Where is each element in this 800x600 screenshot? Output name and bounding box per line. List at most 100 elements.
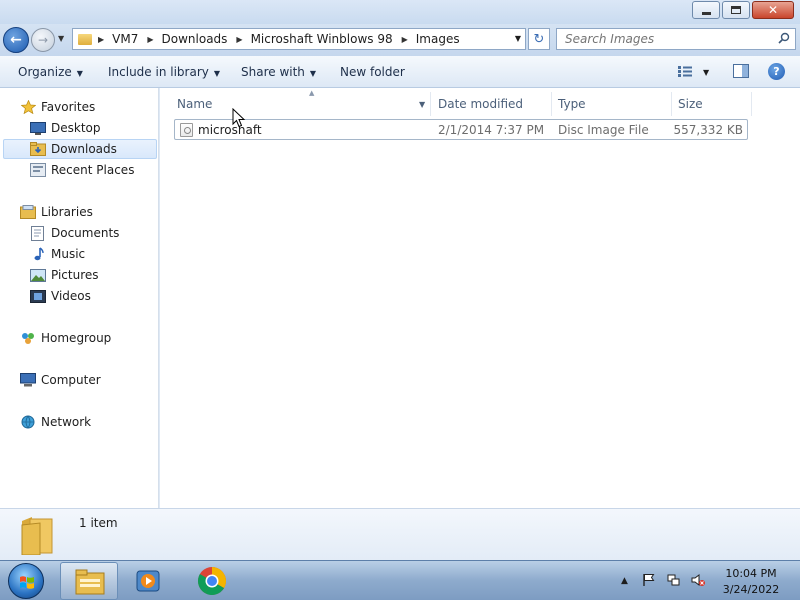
maximize-icon bbox=[731, 6, 741, 14]
action-center-flag-icon[interactable] bbox=[642, 573, 656, 587]
column-header-date-modified[interactable]: Date modified bbox=[432, 92, 552, 116]
nav-recent-places-label: Recent Places bbox=[51, 163, 135, 177]
minimize-button[interactable] bbox=[692, 1, 720, 19]
nav-desktop[interactable]: Desktop bbox=[30, 118, 101, 138]
network-status-icon[interactable] bbox=[667, 573, 681, 587]
column-header-size-label: Size bbox=[678, 97, 703, 111]
search-input[interactable] bbox=[557, 32, 767, 46]
breadcrumb-images[interactable]: Images bbox=[416, 32, 460, 46]
share-with-label: Share with bbox=[241, 65, 305, 79]
breadcrumb-separator-icon[interactable]: ▶ bbox=[236, 35, 242, 44]
file-type: Disc Image File bbox=[558, 123, 649, 137]
start-button[interactable] bbox=[8, 563, 44, 599]
close-icon: ✕ bbox=[767, 3, 779, 17]
file-name: microshaft bbox=[198, 123, 262, 137]
nav-homegroup[interactable]: Homegroup bbox=[20, 328, 111, 348]
address-bar[interactable]: ▶ VM7 ▶ Downloads ▶ Microshaft Winblows … bbox=[72, 28, 526, 50]
navigation-pane: Favorites Desktop Downloads Recent Place… bbox=[0, 88, 159, 508]
nav-documents[interactable]: Documents bbox=[30, 223, 119, 243]
nav-computer[interactable]: Computer bbox=[20, 370, 101, 390]
column-header-date-label: Date modified bbox=[438, 97, 524, 111]
new-folder-button[interactable]: New folder bbox=[340, 65, 405, 79]
taskbar-windows-explorer[interactable] bbox=[60, 562, 118, 600]
nav-favorites-label: Favorites bbox=[41, 100, 96, 114]
pictures-icon bbox=[30, 268, 46, 282]
back-arrow-icon: ← bbox=[10, 32, 22, 48]
forward-arrow-icon: → bbox=[37, 33, 49, 47]
back-button[interactable]: ← bbox=[3, 27, 29, 53]
column-header-type-label: Type bbox=[558, 97, 586, 111]
breadcrumb-separator-icon[interactable]: ▶ bbox=[147, 35, 153, 44]
column-header-name[interactable]: ▲ Name ▼ bbox=[171, 89, 431, 116]
windows-explorer-icon bbox=[75, 569, 105, 595]
help-icon[interactable]: ? bbox=[768, 63, 785, 80]
chevron-down-icon: ▼ bbox=[309, 69, 317, 78]
nav-network-label: Network bbox=[41, 415, 92, 429]
music-note-icon bbox=[30, 246, 46, 261]
nav-recent-places[interactable]: Recent Places bbox=[30, 160, 134, 180]
downloads-folder-icon bbox=[30, 142, 46, 156]
taskbar-media-player[interactable] bbox=[120, 562, 178, 600]
nav-downloads[interactable]: Downloads bbox=[3, 139, 157, 159]
homegroup-icon bbox=[20, 331, 36, 345]
change-view-icon[interactable] bbox=[678, 66, 692, 77]
nav-music[interactable]: Music bbox=[30, 244, 85, 264]
include-in-library-label: Include in library bbox=[108, 65, 209, 79]
nav-pictures[interactable]: Pictures bbox=[30, 265, 99, 285]
column-header-name-label: Name bbox=[177, 97, 213, 111]
nav-libraries[interactable]: Libraries bbox=[20, 202, 93, 222]
sort-indicator-icon: ▲ bbox=[309, 89, 315, 97]
recent-pages-dropdown[interactable]: ▼ bbox=[58, 34, 64, 43]
column-header-size[interactable]: Size bbox=[672, 92, 752, 116]
search-box[interactable] bbox=[556, 28, 796, 50]
column-filter-chevron-icon[interactable]: ▼ bbox=[419, 100, 425, 109]
clock-time: 10:04 PM bbox=[725, 567, 777, 580]
breadcrumb-microshaft[interactable]: Microshaft Winblows 98 bbox=[251, 32, 393, 46]
address-dropdown-icon[interactable]: ▼ bbox=[515, 34, 521, 43]
forward-button[interactable]: → bbox=[31, 28, 55, 52]
disc-image-file-icon bbox=[180, 123, 193, 137]
volume-muted-icon[interactable] bbox=[691, 573, 705, 587]
clock-date: 3/24/2022 bbox=[722, 583, 780, 596]
share-with-button[interactable]: Share with ▼ bbox=[241, 65, 316, 79]
show-hidden-icons-icon[interactable]: ▲ bbox=[621, 576, 628, 586]
mouse-cursor-icon bbox=[232, 108, 246, 128]
organize-button[interactable]: Organize ▼ bbox=[18, 65, 83, 79]
nav-network[interactable]: Network bbox=[20, 412, 91, 432]
nav-homegroup-label: Homegroup bbox=[41, 331, 112, 345]
nav-videos[interactable]: Videos bbox=[30, 286, 91, 306]
refresh-icon: ↻ bbox=[533, 31, 545, 47]
minimize-icon bbox=[701, 11, 711, 15]
nav-pictures-label: Pictures bbox=[51, 268, 99, 282]
close-button[interactable]: ✕ bbox=[752, 1, 794, 19]
recent-places-icon bbox=[30, 163, 46, 177]
maximize-button[interactable] bbox=[722, 1, 750, 19]
command-bar: Organize ▼ Include in library ▼ Share with… bbox=[0, 56, 800, 88]
breadcrumb-vm7[interactable]: VM7 bbox=[112, 32, 138, 46]
include-in-library-button[interactable]: Include in library ▼ bbox=[108, 65, 220, 79]
breadcrumb-downloads[interactable]: Downloads bbox=[162, 32, 228, 46]
computer-icon bbox=[20, 373, 36, 387]
refresh-button[interactable]: ↻ bbox=[528, 28, 550, 50]
breadcrumb-separator-icon[interactable]: ▶ bbox=[98, 35, 104, 44]
file-size: 557,332 KB bbox=[673, 123, 743, 137]
nav-videos-label: Videos bbox=[51, 289, 91, 303]
nav-computer-label: Computer bbox=[41, 373, 101, 387]
breadcrumb-separator-icon[interactable]: ▶ bbox=[402, 35, 408, 44]
title-bar: ✕ bbox=[0, 0, 800, 24]
nav-downloads-label: Downloads bbox=[51, 142, 117, 156]
preview-pane-icon[interactable] bbox=[733, 64, 749, 78]
file-list-pane: ▲ Name ▼ Date modified Type Size microsh… bbox=[160, 88, 800, 508]
nav-favorites[interactable]: Favorites bbox=[20, 97, 95, 117]
view-options-chevron-icon[interactable]: ▼ bbox=[703, 68, 709, 77]
videos-icon bbox=[30, 289, 46, 303]
system-clock[interactable]: 10:04 PM 3/24/2022 bbox=[718, 566, 784, 598]
column-header-type[interactable]: Type bbox=[552, 92, 672, 116]
folder-icon bbox=[21, 517, 53, 555]
nav-libraries-label: Libraries bbox=[41, 205, 93, 219]
details-pane: 1 item bbox=[0, 508, 800, 560]
table-row[interactable]: microshaft 2/1/2014 7:37 PM Disc Image F… bbox=[174, 119, 748, 140]
search-icon[interactable] bbox=[778, 32, 790, 44]
taskbar-chrome[interactable] bbox=[183, 562, 241, 600]
taskbar: ▲ 10:04 PM 3/24/2022 bbox=[0, 560, 800, 600]
